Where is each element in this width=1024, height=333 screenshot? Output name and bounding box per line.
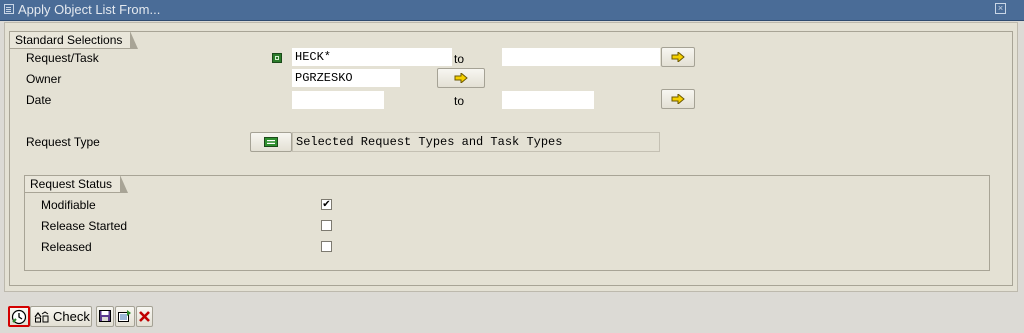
arrow-right-icon xyxy=(454,73,468,83)
close-window-icon[interactable]: × xyxy=(995,3,1006,14)
owner-more-button[interactable] xyxy=(437,68,485,88)
window-title: Apply Object List From... xyxy=(18,2,161,17)
request-status-group: Request Status Modifiable ✔ Release Star… xyxy=(24,175,990,271)
request-type-select-button[interactable] xyxy=(250,132,292,152)
request-type-display: Selected Request Types and Task Types xyxy=(292,132,660,152)
request-task-to-label: to xyxy=(454,52,465,66)
load-icon xyxy=(118,310,131,322)
save-variant-button[interactable] xyxy=(96,306,114,327)
date-more-button[interactable] xyxy=(661,89,695,109)
modifiable-label: Modifiable xyxy=(41,198,96,212)
date-to-label: to xyxy=(454,94,465,108)
check-button-label: Check xyxy=(53,309,90,324)
date-from-input[interactable] xyxy=(292,91,384,109)
release-started-label: Release Started xyxy=(41,219,128,233)
release-started-checkbox[interactable] xyxy=(321,220,332,231)
request-task-label: Request/Task xyxy=(26,51,99,65)
request-task-from-input[interactable]: HECK* xyxy=(292,48,452,66)
cancel-button[interactable] xyxy=(136,306,153,327)
execute-icon xyxy=(11,309,27,325)
list-select-icon xyxy=(264,137,278,147)
save-icon xyxy=(99,310,111,322)
owner-label: Owner xyxy=(26,72,62,86)
request-type-label: Request Type xyxy=(26,135,100,149)
multiple-selection-icon[interactable] xyxy=(272,53,282,63)
request-task-more-button[interactable] xyxy=(661,47,695,67)
arrow-right-icon xyxy=(671,52,685,62)
cancel-icon xyxy=(139,311,150,322)
check-icon xyxy=(34,311,49,323)
released-checkbox[interactable] xyxy=(321,241,332,252)
date-to-input[interactable] xyxy=(502,91,594,109)
request-task-to-input[interactable] xyxy=(502,48,660,66)
execute-button[interactable] xyxy=(8,306,30,327)
modifiable-checkbox[interactable]: ✔ xyxy=(321,199,332,210)
group-title: Standard Selections xyxy=(9,31,139,49)
window-menu-icon[interactable] xyxy=(4,4,14,14)
released-label: Released xyxy=(41,240,92,254)
title-bar: Apply Object List From... × xyxy=(0,0,1024,21)
get-variant-button[interactable] xyxy=(115,306,135,327)
request-status-title: Request Status xyxy=(24,175,129,193)
standard-selections-group: Standard Selections Request/Task HECK* t… xyxy=(9,31,1013,286)
arrow-right-icon xyxy=(671,94,685,104)
date-label: Date xyxy=(26,93,52,107)
application-toolbar: Check xyxy=(0,300,1024,333)
check-button[interactable]: Check xyxy=(30,306,92,327)
owner-input[interactable]: PGRZESKO xyxy=(292,69,400,87)
content-area: Standard Selections Request/Task HECK* t… xyxy=(4,22,1018,292)
